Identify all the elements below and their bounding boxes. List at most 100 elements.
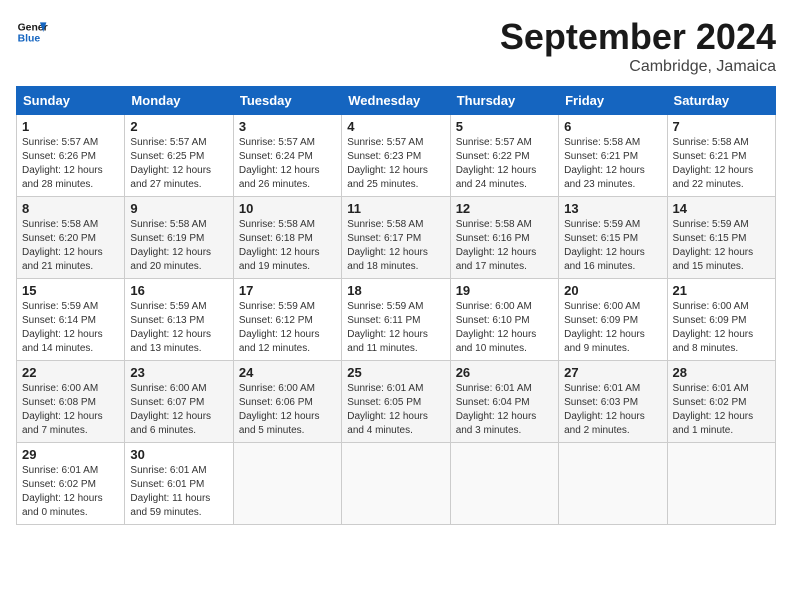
day-info: Sunrise: 5:58 AMSunset: 6:20 PMDaylight:… <box>22 219 103 272</box>
day-info: Sunrise: 6:00 AMSunset: 6:08 PMDaylight:… <box>22 383 103 436</box>
calendar-cell: 23 Sunrise: 6:00 AMSunset: 6:07 PMDaylig… <box>125 361 233 443</box>
day-number: 18 <box>347 283 444 298</box>
day-info: Sunrise: 5:57 AMSunset: 6:25 PMDaylight:… <box>130 137 211 190</box>
day-info: Sunrise: 6:00 AMSunset: 6:09 PMDaylight:… <box>564 301 645 354</box>
day-info: Sunrise: 5:58 AMSunset: 6:21 PMDaylight:… <box>673 137 754 190</box>
calendar-cell <box>233 443 341 525</box>
calendar-cell: 4 Sunrise: 5:57 AMSunset: 6:23 PMDayligh… <box>342 115 450 197</box>
day-info: Sunrise: 6:00 AMSunset: 6:10 PMDaylight:… <box>456 301 537 354</box>
day-number: 21 <box>673 283 770 298</box>
day-number: 17 <box>239 283 336 298</box>
svg-text:Blue: Blue <box>18 34 41 45</box>
day-number: 16 <box>130 283 227 298</box>
calendar-cell: 2 Sunrise: 5:57 AMSunset: 6:25 PMDayligh… <box>125 115 233 197</box>
weekday-header-thursday: Thursday <box>450 87 558 115</box>
calendar-cell: 9 Sunrise: 5:58 AMSunset: 6:19 PMDayligh… <box>125 197 233 279</box>
calendar-cell: 19 Sunrise: 6:00 AMSunset: 6:10 PMDaylig… <box>450 279 558 361</box>
day-number: 15 <box>22 283 119 298</box>
day-info: Sunrise: 6:00 AMSunset: 6:06 PMDaylight:… <box>239 383 320 436</box>
day-number: 30 <box>130 447 227 462</box>
calendar-cell: 26 Sunrise: 6:01 AMSunset: 6:04 PMDaylig… <box>450 361 558 443</box>
logo: General Blue <box>16 16 48 48</box>
day-number: 4 <box>347 119 444 134</box>
day-number: 9 <box>130 201 227 216</box>
day-info: Sunrise: 5:58 AMSunset: 6:16 PMDaylight:… <box>456 219 537 272</box>
page-header: General Blue September 2024 Cambridge, J… <box>16 16 776 76</box>
calendar-cell: 12 Sunrise: 5:58 AMSunset: 6:16 PMDaylig… <box>450 197 558 279</box>
day-number: 6 <box>564 119 661 134</box>
calendar-cell: 7 Sunrise: 5:58 AMSunset: 6:21 PMDayligh… <box>667 115 775 197</box>
day-info: Sunrise: 5:57 AMSunset: 6:26 PMDaylight:… <box>22 137 103 190</box>
day-number: 3 <box>239 119 336 134</box>
calendar-cell: 18 Sunrise: 5:59 AMSunset: 6:11 PMDaylig… <box>342 279 450 361</box>
calendar-week-1: 1 Sunrise: 5:57 AMSunset: 6:26 PMDayligh… <box>17 115 776 197</box>
day-info: Sunrise: 6:01 AMSunset: 6:05 PMDaylight:… <box>347 383 428 436</box>
calendar-cell: 29 Sunrise: 6:01 AMSunset: 6:02 PMDaylig… <box>17 443 125 525</box>
day-info: Sunrise: 5:58 AMSunset: 6:17 PMDaylight:… <box>347 219 428 272</box>
location-subtitle: Cambridge, Jamaica <box>500 58 776 76</box>
weekday-header-tuesday: Tuesday <box>233 87 341 115</box>
weekday-header-wednesday: Wednesday <box>342 87 450 115</box>
calendar-cell: 25 Sunrise: 6:01 AMSunset: 6:05 PMDaylig… <box>342 361 450 443</box>
day-info: Sunrise: 5:59 AMSunset: 6:11 PMDaylight:… <box>347 301 428 354</box>
calendar-cell: 5 Sunrise: 5:57 AMSunset: 6:22 PMDayligh… <box>450 115 558 197</box>
day-number: 10 <box>239 201 336 216</box>
day-info: Sunrise: 6:00 AMSunset: 6:09 PMDaylight:… <box>673 301 754 354</box>
calendar-week-5: 29 Sunrise: 6:01 AMSunset: 6:02 PMDaylig… <box>17 443 776 525</box>
calendar-week-4: 22 Sunrise: 6:00 AMSunset: 6:08 PMDaylig… <box>17 361 776 443</box>
day-number: 8 <box>22 201 119 216</box>
day-info: Sunrise: 5:59 AMSunset: 6:15 PMDaylight:… <box>564 219 645 272</box>
calendar-cell: 11 Sunrise: 5:58 AMSunset: 6:17 PMDaylig… <box>342 197 450 279</box>
calendar-cell: 3 Sunrise: 5:57 AMSunset: 6:24 PMDayligh… <box>233 115 341 197</box>
day-info: Sunrise: 5:57 AMSunset: 6:23 PMDaylight:… <box>347 137 428 190</box>
calendar-cell: 27 Sunrise: 6:01 AMSunset: 6:03 PMDaylig… <box>559 361 667 443</box>
day-number: 29 <box>22 447 119 462</box>
day-number: 13 <box>564 201 661 216</box>
calendar-week-2: 8 Sunrise: 5:58 AMSunset: 6:20 PMDayligh… <box>17 197 776 279</box>
calendar-cell: 24 Sunrise: 6:00 AMSunset: 6:06 PMDaylig… <box>233 361 341 443</box>
day-info: Sunrise: 5:58 AMSunset: 6:21 PMDaylight:… <box>564 137 645 190</box>
day-info: Sunrise: 5:57 AMSunset: 6:24 PMDaylight:… <box>239 137 320 190</box>
calendar-cell: 1 Sunrise: 5:57 AMSunset: 6:26 PMDayligh… <box>17 115 125 197</box>
day-number: 14 <box>673 201 770 216</box>
calendar-cell: 6 Sunrise: 5:58 AMSunset: 6:21 PMDayligh… <box>559 115 667 197</box>
calendar-cell: 14 Sunrise: 5:59 AMSunset: 6:15 PMDaylig… <box>667 197 775 279</box>
calendar-cell <box>667 443 775 525</box>
weekday-header-saturday: Saturday <box>667 87 775 115</box>
day-info: Sunrise: 6:00 AMSunset: 6:07 PMDaylight:… <box>130 383 211 436</box>
calendar-cell: 30 Sunrise: 6:01 AMSunset: 6:01 PMDaylig… <box>125 443 233 525</box>
calendar-cell: 20 Sunrise: 6:00 AMSunset: 6:09 PMDaylig… <box>559 279 667 361</box>
calendar-cell: 16 Sunrise: 5:59 AMSunset: 6:13 PMDaylig… <box>125 279 233 361</box>
title-block: September 2024 Cambridge, Jamaica <box>500 16 776 76</box>
calendar-cell: 22 Sunrise: 6:00 AMSunset: 6:08 PMDaylig… <box>17 361 125 443</box>
day-info: Sunrise: 6:01 AMSunset: 6:03 PMDaylight:… <box>564 383 645 436</box>
day-info: Sunrise: 6:01 AMSunset: 6:02 PMDaylight:… <box>22 465 103 518</box>
calendar-table: SundayMondayTuesdayWednesdayThursdayFrid… <box>16 86 776 525</box>
day-number: 27 <box>564 365 661 380</box>
day-number: 2 <box>130 119 227 134</box>
day-number: 7 <box>673 119 770 134</box>
day-info: Sunrise: 5:59 AMSunset: 6:12 PMDaylight:… <box>239 301 320 354</box>
day-number: 20 <box>564 283 661 298</box>
weekday-header-sunday: Sunday <box>17 87 125 115</box>
day-number: 26 <box>456 365 553 380</box>
calendar-cell: 17 Sunrise: 5:59 AMSunset: 6:12 PMDaylig… <box>233 279 341 361</box>
day-info: Sunrise: 5:59 AMSunset: 6:14 PMDaylight:… <box>22 301 103 354</box>
day-number: 19 <box>456 283 553 298</box>
day-number: 5 <box>456 119 553 134</box>
day-number: 23 <box>130 365 227 380</box>
day-number: 28 <box>673 365 770 380</box>
calendar-cell: 15 Sunrise: 5:59 AMSunset: 6:14 PMDaylig… <box>17 279 125 361</box>
logo-icon: General Blue <box>16 16 48 48</box>
weekday-header-friday: Friday <box>559 87 667 115</box>
calendar-cell: 10 Sunrise: 5:58 AMSunset: 6:18 PMDaylig… <box>233 197 341 279</box>
day-info: Sunrise: 5:58 AMSunset: 6:19 PMDaylight:… <box>130 219 211 272</box>
day-number: 22 <box>22 365 119 380</box>
day-info: Sunrise: 6:01 AMSunset: 6:01 PMDaylight:… <box>130 465 210 518</box>
day-info: Sunrise: 6:01 AMSunset: 6:04 PMDaylight:… <box>456 383 537 436</box>
day-info: Sunrise: 5:57 AMSunset: 6:22 PMDaylight:… <box>456 137 537 190</box>
day-info: Sunrise: 6:01 AMSunset: 6:02 PMDaylight:… <box>673 383 754 436</box>
calendar-cell: 21 Sunrise: 6:00 AMSunset: 6:09 PMDaylig… <box>667 279 775 361</box>
calendar-cell: 8 Sunrise: 5:58 AMSunset: 6:20 PMDayligh… <box>17 197 125 279</box>
month-title: September 2024 <box>500 16 776 58</box>
